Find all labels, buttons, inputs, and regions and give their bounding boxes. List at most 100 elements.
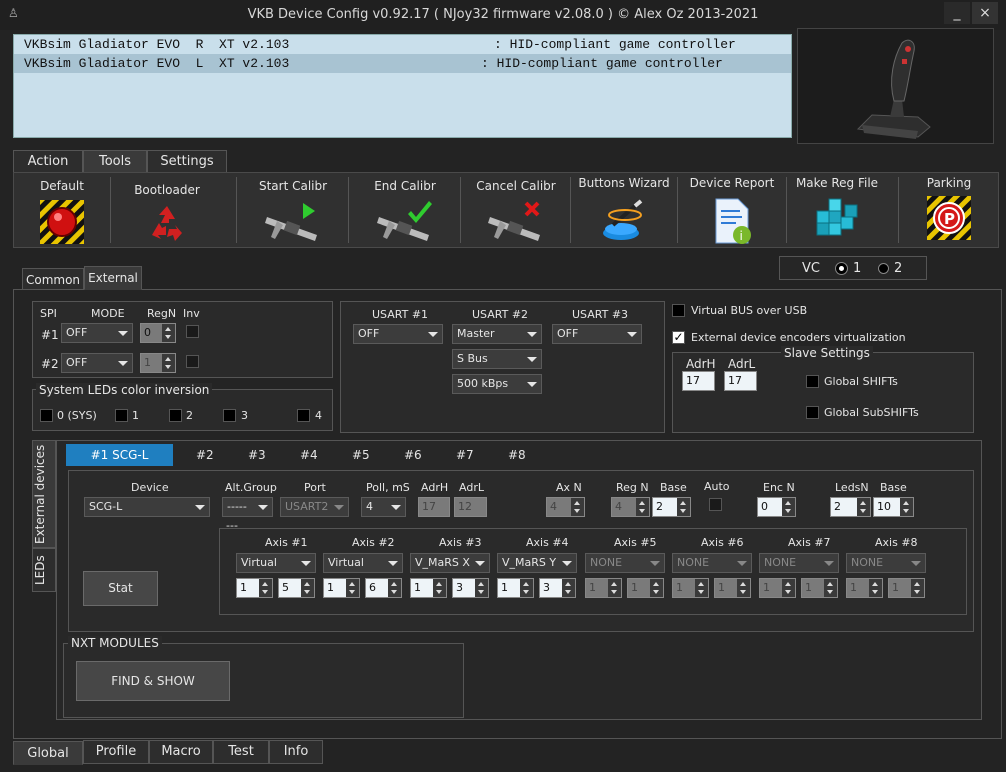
spin-arrows-icon[interactable] [900, 498, 913, 516]
slave-adrh-field[interactable]: 17 [682, 371, 715, 391]
axis-type-select[interactable]: V_MaRS Y [497, 553, 577, 573]
tab-settings[interactable]: Settings [147, 150, 227, 174]
axis-type-select[interactable]: V_MaRS X [410, 553, 490, 573]
tab-global[interactable]: Global [13, 741, 83, 765]
axis-type-select[interactable]: Virtual [236, 553, 316, 573]
spin-arrows-icon[interactable] [857, 498, 870, 516]
axis-type-select[interactable]: NONE [759, 553, 839, 573]
tab-test[interactable]: Test [213, 740, 269, 764]
spin-arrows-icon[interactable] [695, 579, 708, 597]
spin-arrows-icon[interactable] [782, 579, 795, 597]
device-tab-1[interactable]: #1 SCG-L 2:17.12 [66, 444, 173, 482]
side-tab-external-devices[interactable]: External devices [32, 440, 56, 548]
axis-type-select[interactable]: NONE [846, 553, 926, 573]
axis-index-spinner[interactable]: 1 [585, 578, 622, 598]
spin-arrows-icon[interactable] [562, 579, 575, 597]
tab-external[interactable]: External [84, 266, 142, 290]
axn-spinner[interactable]: 4 [546, 497, 585, 517]
spin-arrows-icon[interactable] [520, 579, 533, 597]
usart2-select[interactable]: Master [452, 324, 542, 344]
spin-arrows-icon[interactable] [162, 324, 175, 342]
led-inv-3-checkbox[interactable] [223, 409, 236, 422]
spin-arrows-icon[interactable] [259, 579, 272, 597]
bootloader-button[interactable]: Bootloader [111, 173, 223, 247]
spin-arrows-icon[interactable] [650, 579, 663, 597]
spin-arrows-icon[interactable] [608, 579, 621, 597]
altgroup-select[interactable]: ----- [222, 497, 273, 517]
spin-arrows-icon[interactable] [911, 579, 924, 597]
close-button[interactable]: × [972, 2, 998, 24]
spin-arrows-icon[interactable] [162, 354, 175, 372]
side-tab-leds[interactable]: LEDs [32, 548, 56, 592]
port-select[interactable]: USART2 [280, 497, 349, 517]
vc-radio-1[interactable] [836, 263, 847, 274]
poll-select[interactable]: 4 [361, 497, 406, 517]
axis-value-spinner[interactable]: 3 [539, 578, 576, 598]
global-shifts-checkbox[interactable] [806, 375, 819, 388]
spin-arrows-icon[interactable] [677, 498, 690, 516]
led-inv-2-checkbox[interactable] [169, 409, 182, 422]
find-show-button[interactable]: FIND & SHOW [76, 661, 230, 701]
tab-common[interactable]: Common [22, 268, 84, 290]
base-spinner[interactable]: 2 [652, 497, 691, 517]
device-tab-3[interactable]: #3 [248, 448, 266, 462]
spi-2-mode-select[interactable]: OFF [61, 353, 133, 373]
device-tab-2[interactable]: #2 [196, 448, 214, 462]
led-inv-4-checkbox[interactable] [297, 409, 310, 422]
spi-1-mode-select[interactable]: OFF [61, 323, 133, 343]
axis-index-spinner[interactable]: 1 [323, 578, 360, 598]
spin-arrows-icon[interactable] [782, 498, 795, 516]
spi-2-inv-checkbox[interactable] [186, 355, 199, 368]
spin-arrows-icon[interactable] [571, 498, 584, 516]
axis-value-spinner[interactable]: 5 [278, 578, 315, 598]
spi-1-regn-spinner[interactable]: 0 [140, 323, 176, 343]
axis-index-spinner[interactable]: 1 [759, 578, 796, 598]
axis-index-spinner[interactable]: 1 [410, 578, 447, 598]
device-tab-5[interactable]: #5 [352, 448, 370, 462]
base2-spinner[interactable]: 10 [873, 497, 914, 517]
axis-index-spinner[interactable]: 1 [236, 578, 273, 598]
device-tab-4[interactable]: #4 [300, 448, 318, 462]
adrl-field[interactable]: 12 [454, 497, 487, 517]
axis-type-select[interactable]: NONE [672, 553, 752, 573]
axis-value-spinner[interactable]: 6 [365, 578, 402, 598]
spin-arrows-icon[interactable] [824, 579, 837, 597]
slave-adrl-field[interactable]: 17 [724, 371, 757, 391]
adrh-field[interactable]: 17 [418, 497, 450, 517]
tab-tools[interactable]: Tools [83, 150, 147, 174]
spin-arrows-icon[interactable] [869, 579, 882, 597]
spin-arrows-icon[interactable] [346, 579, 359, 597]
encn-spinner[interactable]: 0 [757, 497, 796, 517]
led-inv-0-checkbox[interactable] [40, 409, 53, 422]
usart1-select[interactable]: OFF [353, 324, 443, 344]
buttons-wizard-button[interactable]: Buttons Wizard [571, 173, 677, 247]
tab-info[interactable]: Info [269, 740, 323, 764]
axis-value-spinner[interactable]: 1 [801, 578, 838, 598]
spin-arrows-icon[interactable] [737, 579, 750, 597]
usart2-speed-select[interactable]: 500 kBps [452, 374, 542, 394]
device-tab-7[interactable]: #7 [456, 448, 474, 462]
virtual-bus-checkbox[interactable] [672, 304, 685, 317]
ledsn-spinner[interactable]: 2 [830, 497, 871, 517]
tab-macro[interactable]: Macro [149, 740, 213, 764]
device-list[interactable]: VKBsim Gladiator EVO R XT v2.103: HID-co… [13, 34, 792, 138]
axis-value-spinner[interactable]: 1 [627, 578, 664, 598]
axis-value-spinner[interactable]: 1 [714, 578, 751, 598]
regn-spinner[interactable]: 4 [611, 497, 650, 517]
global-subshifts-checkbox[interactable] [806, 406, 819, 419]
axis-type-select[interactable]: NONE [585, 553, 665, 573]
axis-value-spinner[interactable]: 1 [888, 578, 925, 598]
axis-index-spinner[interactable]: 1 [846, 578, 883, 598]
vc-radio-2[interactable] [878, 263, 889, 274]
start-calibr-button[interactable]: Start Calibr [237, 173, 349, 247]
tab-action[interactable]: Action [13, 150, 83, 174]
end-calibr-button[interactable]: End Calibr [349, 173, 461, 247]
minimize-button[interactable]: _ [944, 2, 970, 24]
spi-1-inv-checkbox[interactable] [186, 325, 199, 338]
spin-arrows-icon[interactable] [636, 498, 649, 516]
tab-profile[interactable]: Profile [83, 740, 149, 764]
device-select[interactable]: SCG-L [84, 497, 210, 517]
auto-checkbox[interactable] [709, 498, 722, 511]
enc-virt-checkbox[interactable]: ✓ [672, 331, 685, 344]
make-reg-file-button[interactable]: Make Reg File [787, 173, 887, 247]
